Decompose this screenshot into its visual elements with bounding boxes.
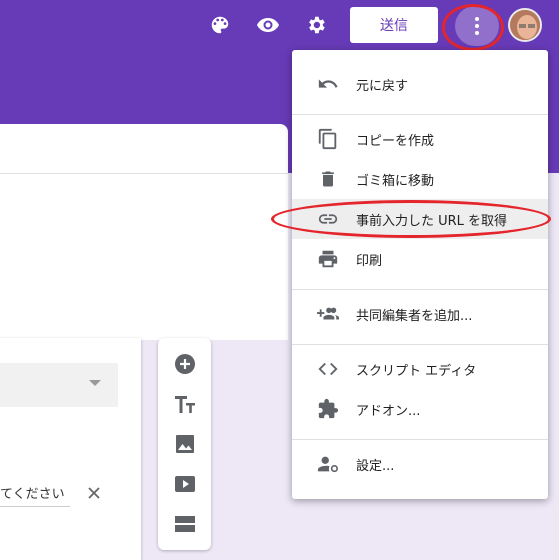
divider [292, 289, 548, 290]
menu-item-label: ゴミ箱に移動 [356, 173, 435, 189]
menu-item-label: 印刷 [356, 253, 383, 269]
chevron-down-icon [89, 380, 101, 386]
section-icon[interactable] [171, 510, 199, 538]
gear-icon[interactable] [302, 11, 330, 39]
eye-icon[interactable] [254, 11, 282, 39]
divider [292, 114, 548, 115]
menu-item-label: 元に戻す [356, 78, 409, 94]
print-icon [316, 247, 340, 271]
menu-item-label: 共同編集者を追加... [356, 308, 473, 324]
annotation-circle-url [271, 200, 551, 238]
undo-icon [316, 72, 340, 96]
send-button[interactable]: 送信 [350, 7, 438, 43]
menu-item-add-collaborators[interactable]: 共同編集者を追加... [292, 294, 548, 334]
add-person-icon [316, 302, 340, 326]
menu-item-label: 設定... [356, 458, 395, 474]
menu-item-label: アドオン... [356, 403, 421, 419]
annotation-circle-more [442, 4, 504, 51]
close-icon[interactable] [84, 483, 104, 503]
menu-item-undo[interactable]: 元に戻す [292, 64, 548, 104]
menu-item-settings[interactable]: 設定... [292, 444, 548, 484]
form-title-card [0, 124, 288, 340]
option-underline [0, 506, 70, 507]
avatar[interactable] [508, 8, 542, 42]
question-option-text[interactable]: てください [0, 483, 65, 502]
trash-icon [316, 167, 340, 191]
side-toolbar [158, 338, 211, 550]
title-text-icon[interactable] [171, 390, 199, 418]
menu-item-label: コピーを作成 [356, 133, 435, 149]
video-icon[interactable] [171, 470, 199, 498]
divider [0, 173, 288, 174]
menu-item-label: スクリプト エディタ [356, 363, 477, 379]
divider [292, 344, 548, 345]
settings-person-icon [316, 452, 340, 476]
palette-icon[interactable] [206, 11, 234, 39]
divider [292, 439, 548, 440]
menu-item-trash[interactable]: ゴミ箱に移動 [292, 159, 548, 199]
more-options-menu: 元に戻す コピーを作成 ゴミ箱に移動 事前入力した URL を取得 印刷 共同編… [292, 50, 548, 499]
menu-item-addons[interactable]: アドオン... [292, 389, 548, 429]
image-icon[interactable] [171, 430, 199, 458]
add-circle-icon[interactable] [171, 350, 199, 378]
copy-icon [316, 127, 340, 151]
menu-item-print[interactable]: 印刷 [292, 239, 548, 279]
code-icon [316, 357, 340, 381]
question-card[interactable]: てください [0, 338, 141, 560]
puzzle-icon [316, 397, 340, 421]
menu-item-copy[interactable]: コピーを作成 [292, 119, 548, 159]
menu-item-script-editor[interactable]: スクリプト エディタ [292, 349, 548, 389]
